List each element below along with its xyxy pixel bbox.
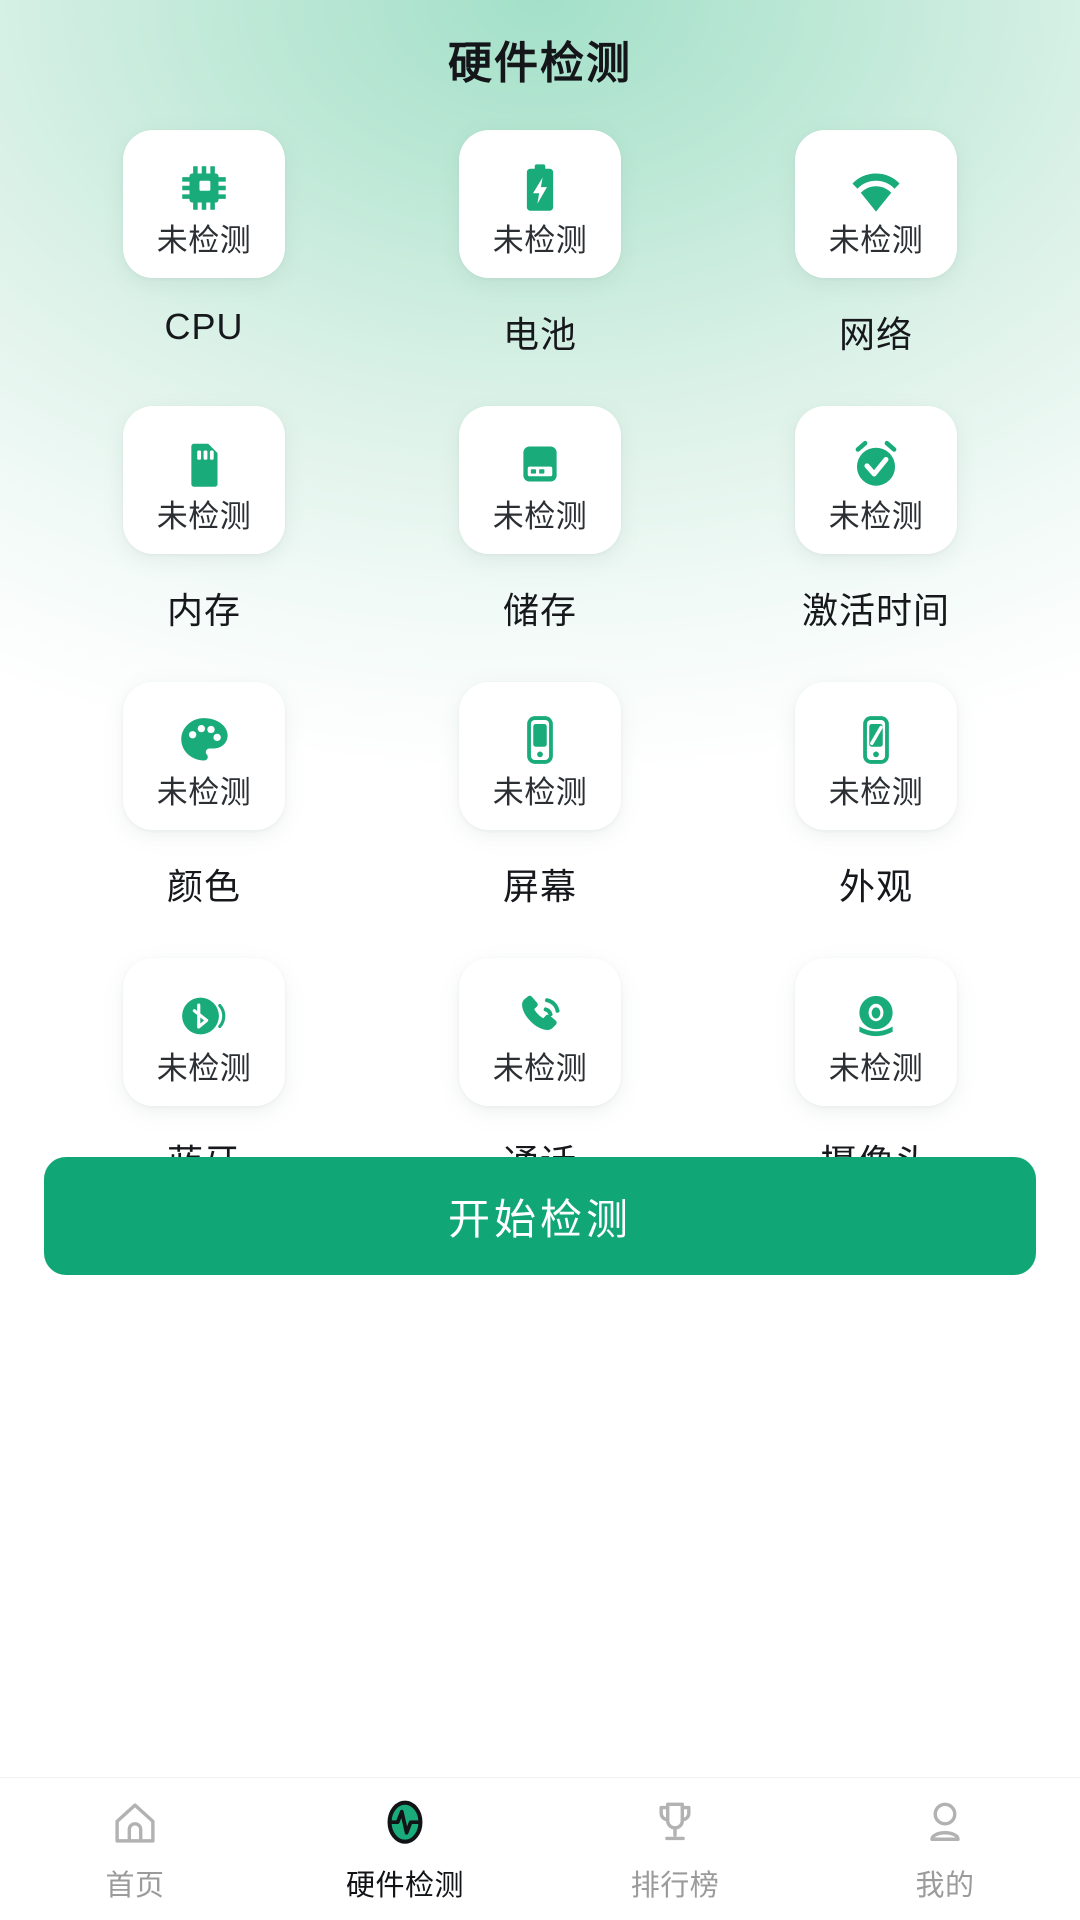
user-icon [916,1794,974,1852]
hardware-check-card[interactable]: 未检测 [459,130,621,278]
trophy-icon [646,1794,704,1852]
tab-label: 我的 [915,1870,975,1902]
hardware-check-card[interactable]: 未检测 [459,682,621,830]
start-detection-button[interactable]: 开始检测 [44,1157,1036,1275]
hardware-check-card[interactable]: 未检测 [123,406,285,554]
pulse-icon [376,1794,434,1852]
tab-pulse[interactable]: 硬件检测 [270,1778,540,1920]
card-status-label: 未检测 [492,1050,588,1086]
hardware-check-name: 激活时间 [801,590,950,631]
tab-label: 首页 [105,1870,165,1902]
battery-charging-icon [509,157,571,219]
hardware-check-cell: 未检测 电池 [394,130,686,358]
card-status-label: 未检测 [828,1050,924,1086]
card-status-label: 未检测 [156,498,252,534]
page-title: 硬件检测 [448,39,632,88]
bottom-tab-bar: 首页 硬件检测 排行榜 我的 [0,1777,1080,1920]
hardware-check-name: 外观 [838,866,913,907]
hardware-check-name: 网络 [838,314,913,355]
hardware-check-cell: 未检测 CPU [58,130,350,358]
card-status-label: 未检测 [828,222,924,258]
hard-drive-icon [509,433,571,495]
hardware-check-card[interactable]: 未检测 [795,130,957,278]
hardware-check-cell: 未检测 内存 [58,406,350,634]
card-status-label: 未检测 [492,774,588,810]
cpu-chip-icon [173,157,235,219]
card-status-label: 未检测 [156,774,252,810]
card-status-label: 未检测 [156,222,252,258]
hardware-check-cell: 未检测 网络 [730,130,1022,358]
app-screen: 硬件检测 未检测CPU 未检测电池 未检测网络 未检测内存 未检测储存 [0,0,1080,1920]
hardware-check-cell: 未检测 激活时间 [730,406,1022,634]
phone-call-icon [509,985,571,1047]
camera-icon [845,985,907,1047]
phone-appearance-icon [845,709,907,771]
hardware-check-card[interactable]: 未检测 [123,958,285,1106]
card-status-label: 未检测 [156,1050,252,1086]
card-status-label: 未检测 [828,774,924,810]
hardware-check-cell: 未检测蓝牙 [58,958,350,1186]
tab-user[interactable]: 我的 [810,1778,1080,1920]
hardware-check-name: 颜色 [166,866,241,907]
card-status-label: 未检测 [828,498,924,534]
hardware-check-card[interactable]: 未检测 [795,958,957,1106]
hardware-check-card[interactable]: 未检测 [459,958,621,1106]
phone-screen-icon [509,709,571,771]
memory-card-icon [173,433,235,495]
hardware-check-card[interactable]: 未检测 [123,682,285,830]
hardware-check-name: 内存 [166,590,241,631]
hardware-check-card[interactable]: 未检测 [123,130,285,278]
hardware-check-card[interactable]: 未检测 [459,406,621,554]
tab-label: 硬件检测 [345,1870,464,1902]
bluetooth-icon [173,985,235,1047]
home-icon [106,1794,164,1852]
alarm-check-icon [845,433,907,495]
tab-label: 排行榜 [630,1870,720,1902]
hardware-check-name: 储存 [502,590,577,631]
hardware-check-cell: 未检测 颜色 [58,682,350,910]
card-status-label: 未检测 [492,498,588,534]
hardware-check-grid: 未检测 CPU 未检测 电池 未检测 网络 未检测 内存 未检测 储存 未检测 激活时间 [0,130,1080,1186]
page-header: 硬件检测 [0,0,1080,118]
hardware-check-cell: 未检测 屏幕 [394,682,686,910]
hardware-check-cell: 未检测 储存 [394,406,686,634]
tab-trophy[interactable]: 排行榜 [540,1778,810,1920]
palette-icon [173,709,235,771]
hardware-check-cell: 未检测 外观 [730,682,1022,910]
wifi-icon [845,157,907,219]
hardware-check-card[interactable]: 未检测 [795,406,957,554]
hardware-check-name: 屏幕 [502,866,577,907]
hardware-check-name: CPU [164,306,244,347]
hardware-check-name: 电池 [502,314,577,355]
hardware-check-card[interactable]: 未检测 [795,682,957,830]
hardware-check-cell: 未检测通话 [394,958,686,1186]
card-status-label: 未检测 [492,222,588,258]
start-detection-label: 开始检测 [447,1195,632,1243]
tab-home[interactable]: 首页 [0,1778,270,1920]
hardware-check-cell: 未检测摄像头 [730,958,1022,1186]
